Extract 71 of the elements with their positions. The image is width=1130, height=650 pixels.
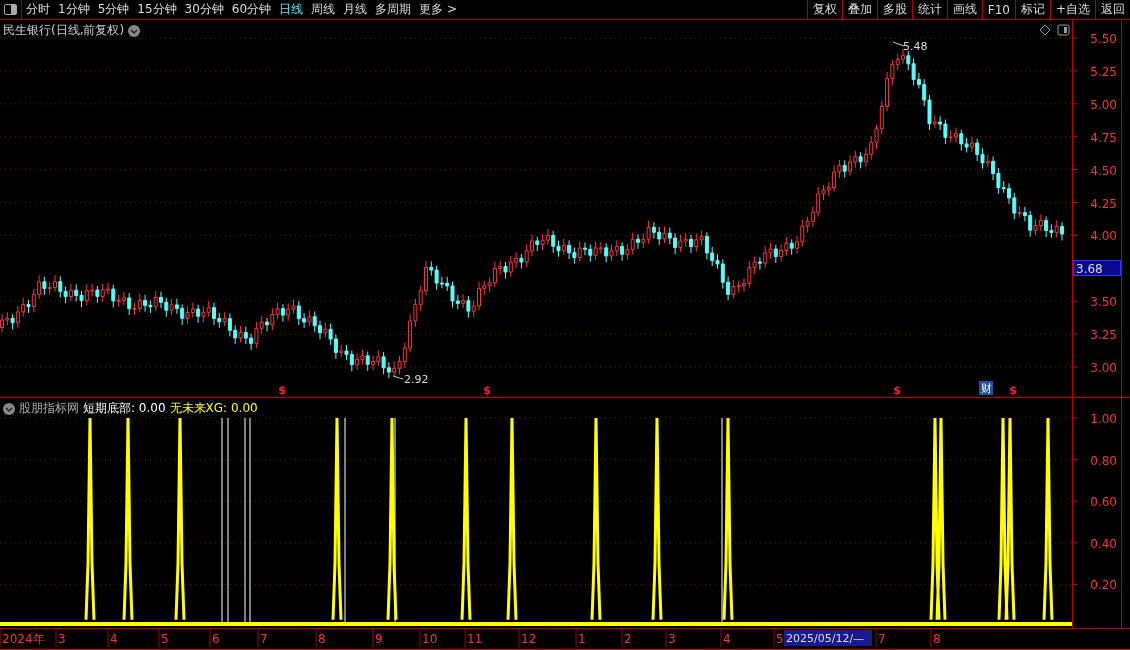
price-axis-label: 3.00: [1090, 361, 1117, 375]
leader-line: [392, 375, 404, 380]
low-price-label: 2.92: [404, 373, 429, 386]
period-tab[interactable]: 更多 >: [415, 1, 461, 18]
toolbar-button[interactable]: 画线: [946, 0, 982, 19]
date-axis-label: 3: [668, 632, 676, 646]
date-axis-label: 5: [776, 632, 784, 646]
period-tab[interactable]: 1分钟: [54, 1, 94, 18]
indicator-value: 无未来XG: 0.00: [169, 400, 258, 417]
date-axis-label: 7: [878, 632, 886, 646]
period-tab[interactable]: 15分钟: [133, 1, 181, 18]
price-axis-label: 4.50: [1090, 163, 1117, 178]
date-axis-label: 6: [212, 632, 220, 646]
period-tab[interactable]: 分时: [22, 1, 54, 18]
period-tab[interactable]: 月线: [339, 1, 372, 18]
price-axis-label: 5.00: [1090, 97, 1117, 112]
dropdown-icon[interactable]: [128, 24, 141, 37]
price-axis-label: 4.25: [1090, 196, 1117, 211]
indicator-axis-label: 0.40: [1090, 536, 1117, 551]
date-axis-label: 12: [521, 632, 537, 646]
high-price-label: 5.48: [903, 40, 928, 53]
leader-line: [892, 41, 905, 47]
price-axis-label: 4.75: [1090, 130, 1117, 145]
date-axis-label: 1: [578, 632, 586, 646]
date-axis-label: 8: [933, 632, 941, 646]
toolbar-button[interactable]: 统计: [911, 0, 947, 19]
indicator-axis-label: 1.00: [1090, 412, 1117, 426]
date-axis-label: 2024年: [2, 632, 45, 646]
date-axis-label: 4: [723, 632, 731, 646]
period-tab[interactable]: 60分钟: [227, 1, 276, 18]
period-tab[interactable]: 5分钟: [93, 1, 134, 18]
price-axis-label: 3.50: [1090, 295, 1117, 310]
date-axis-label: 2: [624, 632, 632, 646]
price-axis-label: 3.25: [1090, 328, 1117, 343]
toolbar-button[interactable]: 标记: [1014, 0, 1050, 19]
toolbar-button[interactable]: 复权: [806, 0, 842, 19]
indicator-value: 短期底部: 0.00: [83, 400, 166, 417]
date-axis-label: 5: [161, 632, 169, 646]
toolbar-button[interactable]: 返回: [1095, 0, 1130, 19]
indicator-name: 股朋指标网: [19, 400, 79, 417]
event-marker[interactable]: $: [483, 384, 491, 397]
date-axis-label: 7: [260, 632, 268, 646]
indicator-axis-label: 0.60: [1090, 495, 1117, 510]
date-axis-label: 10: [422, 632, 438, 646]
price-axis-label: 5.25: [1090, 64, 1117, 79]
indicator-axis-label: 0.20: [1090, 578, 1117, 593]
current-price-badge: 3.68: [1073, 260, 1121, 276]
period-tab[interactable]: 日线: [275, 1, 308, 18]
date-axis-label: 11: [467, 632, 483, 646]
event-marker[interactable]: $: [893, 384, 901, 397]
dropdown-icon[interactable]: [3, 402, 15, 415]
date-axis-label: 4: [110, 632, 118, 646]
chart-title: 民生银行(日线,前复权): [3, 22, 125, 39]
price-axis-label: 4.00: [1090, 229, 1117, 244]
cursor-date-badge: 2025/05/12/—: [784, 630, 872, 646]
toolbar-button[interactable]: 多股: [876, 0, 912, 19]
toolbar-button[interactable]: 叠加: [841, 0, 877, 19]
period-tab[interactable]: 周线: [307, 1, 340, 18]
indicator-axis-label: 0.80: [1090, 453, 1117, 468]
finance-badge[interactable]: 财: [979, 381, 993, 395]
price-axis-label: 5.50: [1090, 32, 1117, 46]
date-axis-label: 9: [375, 632, 383, 646]
event-marker[interactable]: $: [278, 384, 286, 397]
toolbar-button[interactable]: F10: [981, 0, 1015, 19]
date-axis-label: 3: [58, 632, 66, 646]
period-tab[interactable]: 30分钟: [180, 1, 228, 18]
date-axis-label: 8: [318, 632, 326, 646]
panel-controls-icon[interactable]: [1040, 24, 1070, 36]
period-tab[interactable]: 多周期: [371, 1, 416, 18]
toolbar-button[interactable]: +自选: [1049, 0, 1095, 19]
event-marker[interactable]: $: [1009, 384, 1017, 397]
